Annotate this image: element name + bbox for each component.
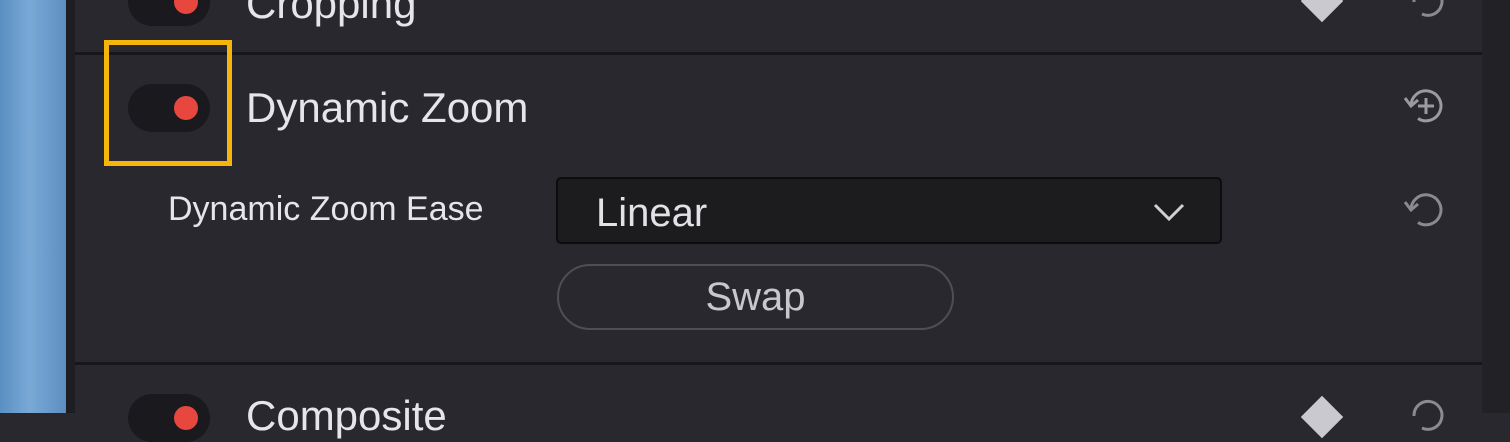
dynamic-zoom-ease-label: Dynamic Zoom Ease	[168, 190, 484, 228]
chevron-down-icon	[1153, 203, 1185, 222]
composite-toggle[interactable]	[128, 394, 210, 442]
dynamic-zoom-ease-dropdown[interactable]: Linear	[556, 177, 1222, 244]
reset-parameter-icon[interactable]	[1400, 184, 1452, 236]
toggle-on-indicator	[174, 406, 198, 430]
section-divider	[75, 52, 1482, 55]
reset-section-icon[interactable]	[1400, 80, 1452, 132]
reset-icon[interactable]	[1402, 390, 1454, 442]
dropdown-selected-value: Linear	[596, 191, 708, 235]
section-title-dynamic-zoom: Dynamic Zoom	[246, 84, 529, 131]
section-divider	[75, 362, 1482, 365]
reset-icon[interactable]	[1402, 0, 1454, 28]
section-title-composite: Composite	[246, 392, 447, 439]
section-title-cropping: Cropping	[246, 0, 417, 27]
swap-button[interactable]: Swap	[557, 264, 954, 330]
background-strip	[0, 0, 66, 413]
panel-scrollbar-track[interactable]	[1482, 0, 1510, 413]
panel-border	[66, 0, 75, 413]
toggle-on-indicator	[174, 0, 198, 14]
cropping-toggle[interactable]	[128, 0, 210, 26]
highlight-box	[104, 40, 232, 166]
